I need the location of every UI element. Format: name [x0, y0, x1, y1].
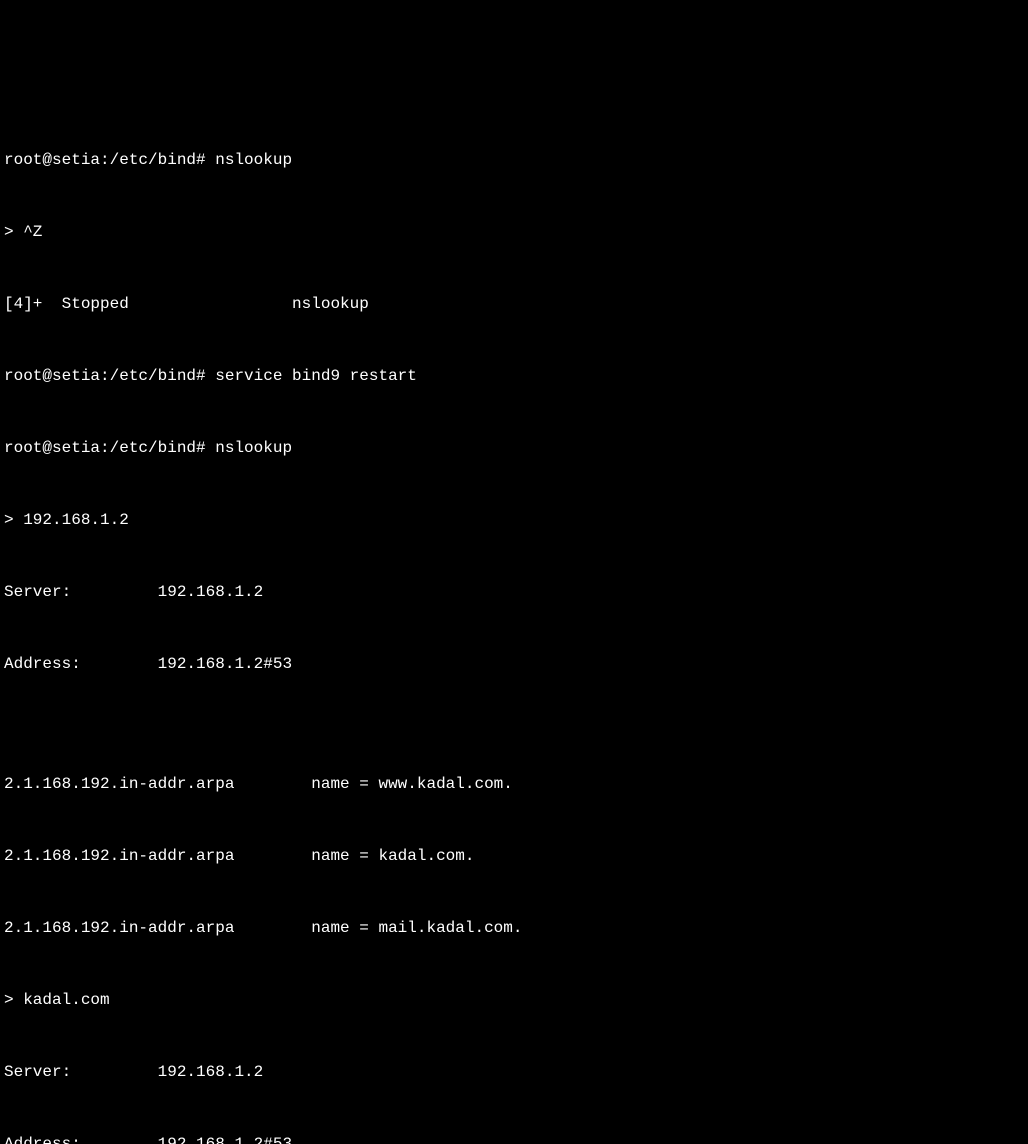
terminal-line-job-stopped: [4]+ Stopped nslookup — [4, 292, 1024, 316]
terminal-window[interactable]: root@setia:/etc/bind# nslookup > ^Z [4]+… — [4, 100, 1024, 1144]
terminal-line-nslookup: root@setia:/etc/bind# nslookup — [4, 436, 1024, 460]
terminal-line-suspend: > ^Z — [4, 220, 1024, 244]
terminal-line-ptr-www: 2.1.168.192.in-addr.arpa name = www.kada… — [4, 772, 1024, 796]
terminal-line-prompt: root@setia:/etc/bind# nslookup — [4, 148, 1024, 172]
terminal-line-service-restart: root@setia:/etc/bind# service bind9 rest… — [4, 364, 1024, 388]
terminal-line-ptr-mail: 2.1.168.192.in-addr.arpa name = mail.kad… — [4, 916, 1024, 940]
terminal-line-server: Server: 192.168.1.2 — [4, 580, 1024, 604]
terminal-line-server: Server: 192.168.1.2 — [4, 1060, 1024, 1084]
terminal-line-query-ip: > 192.168.1.2 — [4, 508, 1024, 532]
terminal-line-address: Address: 192.168.1.2#53 — [4, 652, 1024, 676]
terminal-line-address: Address: 192.168.1.2#53 — [4, 1132, 1024, 1144]
terminal-line-ptr-root: 2.1.168.192.in-addr.arpa name = kadal.co… — [4, 844, 1024, 868]
terminal-line-query-kadal: > kadal.com — [4, 988, 1024, 1012]
